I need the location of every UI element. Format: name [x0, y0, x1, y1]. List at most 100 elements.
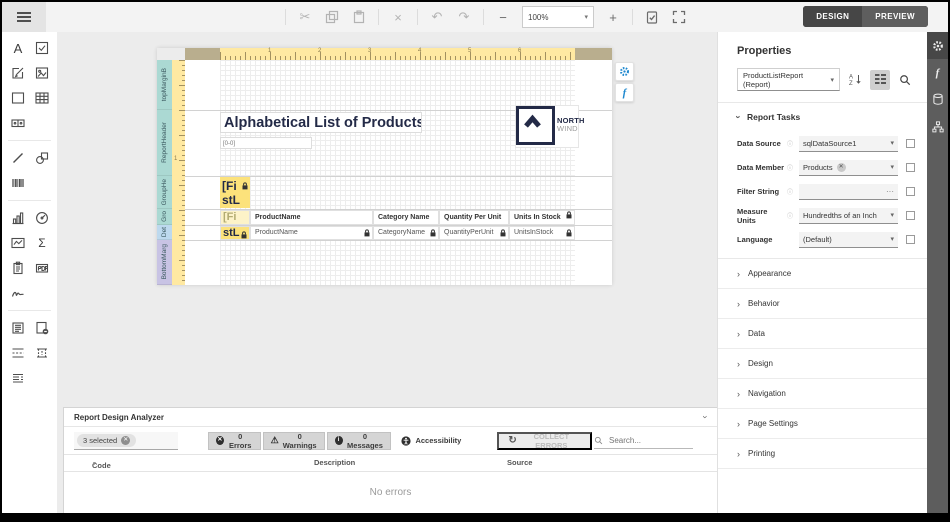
preview-tab[interactable]: PREVIEW [862, 6, 928, 27]
detail-cell-category[interactable]: CategoryName [373, 226, 439, 240]
band-group-header-2[interactable]: Gro [157, 209, 172, 225]
table-of-contents-tool-icon[interactable] [10, 370, 26, 386]
search-input[interactable] [607, 434, 693, 446]
search-properties-button[interactable] [895, 70, 915, 90]
header-small-field[interactable]: [0-0] [220, 137, 312, 149]
shape-tool-icon[interactable] [34, 150, 50, 166]
menu-button[interactable] [2, 2, 46, 32]
group-header-cell[interactable]: [Fi [220, 210, 250, 225]
band-detail[interactable]: Det [157, 225, 172, 240]
column-description[interactable]: Description [314, 458, 355, 467]
report-explorer-tab-button[interactable] [927, 113, 948, 140]
gauge-tool-icon[interactable] [34, 210, 50, 226]
report-title-label[interactable]: Alphabetical List of Products [220, 112, 422, 133]
data-source-dropdown[interactable]: sqlDataSource1 ▾ [799, 135, 898, 152]
report-tasks-section[interactable]: › Report Tasks [718, 103, 927, 122]
section-page-settings[interactable]: › Page Settings [718, 409, 927, 439]
crossband-line-tool-icon[interactable] [10, 345, 26, 361]
zoom-select[interactable]: 100% ▾ [522, 6, 594, 28]
design-tab[interactable]: DESIGN [803, 6, 863, 27]
subreport-tool-icon[interactable] [10, 320, 26, 336]
filter-select[interactable]: 3 selected ✕ [74, 431, 179, 450]
picturebox-tool-icon[interactable] [34, 65, 50, 81]
label-tool-icon[interactable]: A [10, 40, 26, 56]
collect-errors-button[interactable]: ↻ COLLECT ERRORS [497, 431, 592, 450]
band-group-header-1[interactable]: GroupHe [157, 176, 172, 209]
fullscreen-icon[interactable] [671, 9, 687, 25]
measure-units-dropdown[interactable]: Hundredths of an Inch ▾ [799, 207, 898, 224]
language-checkbox[interactable] [906, 235, 915, 244]
category-view-button[interactable] [870, 69, 890, 90]
checkbox-tool-icon[interactable] [34, 40, 50, 56]
filter-string-checkbox[interactable] [906, 187, 915, 196]
expressions-button[interactable]: f [615, 83, 634, 102]
cut-icon[interactable]: ✂ [297, 9, 313, 25]
chart-tool-icon[interactable] [10, 210, 26, 226]
richtext-tool-icon[interactable] [10, 65, 26, 81]
sparkline-tool-icon[interactable] [10, 235, 26, 251]
validate-report-icon[interactable] [644, 9, 660, 25]
detail-cell-unitsinstock[interactable]: UnitsInStock [509, 226, 575, 240]
delete-icon[interactable]: × [390, 9, 406, 25]
section-appearance[interactable]: › Appearance [718, 259, 927, 289]
section-printing[interactable]: › Printing [718, 439, 927, 469]
copy-icon[interactable] [324, 9, 340, 25]
redo-icon[interactable]: ↷ [456, 9, 472, 25]
header-cell-unitsinstock[interactable]: Units In Stock [509, 210, 575, 225]
zoom-in-button[interactable]: + [605, 9, 621, 25]
undo-icon[interactable]: ↶ [429, 9, 445, 25]
band-report-header[interactable]: ReportHeader [157, 110, 172, 176]
page-break-tool-icon[interactable] [34, 320, 50, 336]
summary-tool-icon[interactable]: Σ [34, 235, 50, 251]
line-tool-icon[interactable] [10, 150, 26, 166]
crossband-box-tool-icon[interactable] [34, 345, 50, 361]
close-icon[interactable]: ✕ [121, 435, 131, 445]
pageinfo-tool-icon[interactable] [10, 260, 26, 276]
selected-filter-chip[interactable]: 3 selected ✕ [77, 433, 137, 447]
header-cell-productname[interactable]: ProductName [250, 210, 373, 225]
section-navigation[interactable]: › Navigation [718, 379, 927, 409]
expressions-tab-button[interactable]: f [927, 59, 948, 86]
clear-icon[interactable]: ✕ [836, 162, 846, 172]
measure-units-checkbox[interactable] [906, 211, 915, 220]
group-detail-cell[interactable]: stL [220, 226, 250, 240]
header-cell-quantity[interactable]: Quantity Per Unit [439, 210, 509, 225]
collapse-panel-icon[interactable]: › [701, 416, 711, 419]
warnings-filter-button[interactable]: ⚠ 0 Warnings [262, 431, 325, 450]
sort-az-button[interactable]: AZ [845, 70, 865, 90]
character-comb-tool-icon[interactable] [10, 115, 26, 131]
detail-cell-quantity[interactable]: QuantityPerUnit [439, 226, 509, 240]
panel-tool-icon[interactable] [10, 90, 26, 106]
ellipsis-button[interactable]: ··· [886, 187, 894, 196]
report-tasks-gear-button[interactable] [615, 62, 634, 81]
northwind-logo[interactable]: NORTH WIND [515, 105, 584, 148]
table-tool-icon[interactable] [34, 90, 50, 106]
section-design[interactable]: › Design [718, 349, 927, 379]
data-source-checkbox[interactable] [906, 139, 915, 148]
header-cell-category[interactable]: Category Name [373, 210, 439, 225]
barcode-tool-icon[interactable] [10, 175, 26, 191]
data-member-dropdown[interactable]: Products ✕ ▾ [799, 159, 898, 176]
accessibility-filter-button[interactable]: Accessibility [393, 432, 469, 450]
section-behavior[interactable]: › Behavior [718, 289, 927, 319]
band-bottom-margin[interactable]: BottomMarg [157, 240, 172, 285]
messages-filter-button[interactable]: i 0 Messages [326, 431, 392, 450]
group-field-box[interactable]: [Fi stL [220, 177, 250, 208]
zoom-out-button[interactable]: − [495, 9, 511, 25]
language-dropdown[interactable]: (Default) ▾ [799, 231, 898, 248]
detail-cell-productname[interactable]: ProductName [250, 226, 373, 240]
analyzer-search[interactable] [594, 432, 693, 449]
filter-string-editor[interactable]: ··· [799, 183, 898, 200]
section-data[interactable]: › Data [718, 319, 927, 349]
column-source[interactable]: Source [507, 458, 532, 467]
signature-tool-icon[interactable] [10, 285, 26, 301]
paste-icon[interactable] [351, 9, 367, 25]
band-top-margin[interactable]: topMarginB [157, 60, 172, 110]
pdf-content-tool-icon[interactable] [34, 260, 50, 276]
report-page[interactable]: Alphabetical List of Products [0-0] NORT… [185, 60, 612, 285]
properties-tab-button[interactable] [927, 32, 948, 59]
data-member-checkbox[interactable] [906, 163, 915, 172]
field-list-tab-button[interactable] [927, 86, 948, 113]
errors-filter-button[interactable]: ✕ 0 Errors [208, 431, 261, 450]
component-selector[interactable]: ProductListReport (Report) ▾ [737, 68, 840, 91]
